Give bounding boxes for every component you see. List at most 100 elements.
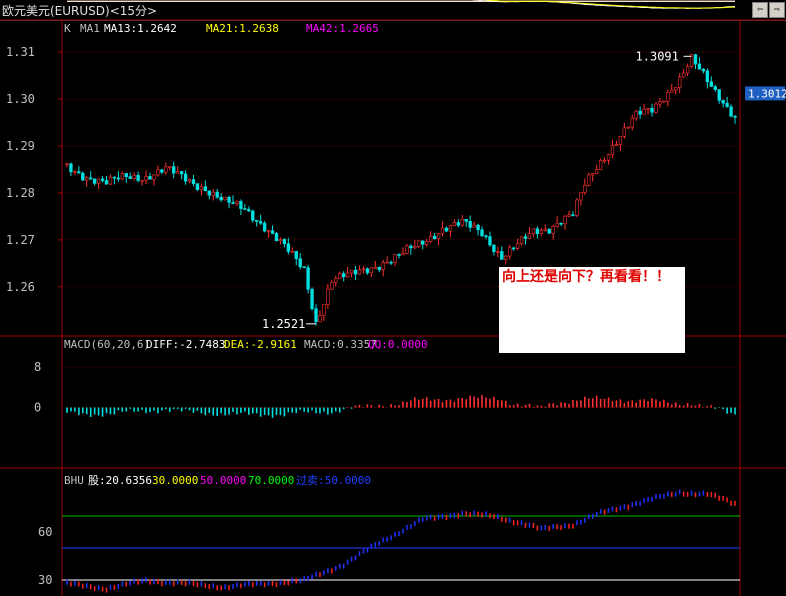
- candle-body: [239, 201, 243, 209]
- candle-body: [334, 278, 338, 283]
- candle-body: [373, 267, 377, 269]
- bhu-overbought-readout: 过卖:50.0000: [296, 474, 371, 487]
- candle-body: [306, 267, 310, 290]
- candle-body: [464, 219, 468, 222]
- candle-body: [583, 184, 587, 193]
- candle-body: [436, 233, 441, 240]
- candle-body: [203, 186, 208, 192]
- candle-body: [456, 222, 461, 226]
- last-price-label: 1.3012: [748, 87, 786, 100]
- candle-body: [681, 72, 686, 78]
- candle-body: [508, 247, 512, 257]
- candle-body: [231, 202, 235, 204]
- candle-body: [547, 228, 551, 234]
- candle-body: [89, 177, 93, 180]
- ma42-readout: MA42:1.2665: [306, 22, 379, 35]
- ma13-readout: MA13:1.2642: [104, 22, 177, 35]
- candle-body: [674, 87, 678, 91]
- candle-body: [551, 226, 555, 234]
- candle-body: [721, 100, 725, 104]
- low-price-label: 1.2521: [262, 317, 305, 331]
- candle-body: [618, 136, 623, 145]
- candle-body: [179, 171, 184, 175]
- candle-body: [444, 227, 449, 232]
- candle-body: [531, 228, 536, 234]
- candle-body: [432, 235, 437, 240]
- macd-label: MACD(60,20,6): [64, 338, 150, 351]
- candle-body: [610, 145, 615, 155]
- candle-body: [472, 224, 476, 228]
- candle-body: [559, 222, 563, 225]
- candle-body: [622, 127, 627, 137]
- candle-body: [104, 180, 109, 185]
- candle-body: [132, 174, 136, 179]
- candle-body: [144, 176, 148, 181]
- candle-body: [77, 171, 81, 174]
- candle-body: [199, 186, 204, 190]
- candle-body: [282, 239, 287, 244]
- candle-body: [693, 54, 698, 65]
- candle-body: [701, 68, 706, 72]
- candle-body: [330, 281, 334, 290]
- candle-body: [270, 230, 275, 234]
- candle-body: [452, 222, 457, 226]
- candle-body: [555, 222, 559, 227]
- candle-body: [594, 169, 599, 174]
- candle-body: [235, 201, 239, 204]
- candle-body: [266, 230, 271, 233]
- price-tick-label: 1.29: [6, 139, 35, 153]
- candle-body: [172, 166, 176, 174]
- candle-body: [397, 254, 401, 256]
- candle-body: [697, 63, 702, 70]
- candle-body: [492, 244, 496, 253]
- candle-body: [519, 236, 524, 245]
- candle-body: [567, 214, 571, 217]
- candle-body: [298, 258, 302, 268]
- candle-body: [195, 183, 200, 190]
- candle-body: [670, 89, 674, 93]
- candle-body: [227, 196, 231, 203]
- candle-body: [417, 240, 421, 247]
- candle-body: [425, 241, 429, 245]
- high-price-label: 1.3091: [636, 49, 679, 63]
- candle-body: [369, 267, 374, 274]
- candle-body: [278, 239, 283, 242]
- candle-body: [571, 214, 575, 217]
- candle-body: [460, 219, 464, 226]
- candle-body: [638, 110, 642, 115]
- candle-body: [515, 243, 520, 249]
- candle-body: [658, 101, 662, 105]
- candle-body: [345, 272, 350, 278]
- candle-body: [685, 66, 690, 74]
- macd-tick-label: 0: [34, 401, 41, 415]
- candle-body: [65, 163, 69, 166]
- price-tick-label: 1.27: [6, 233, 35, 247]
- candle-body: [666, 91, 670, 102]
- candle-body: [120, 173, 125, 180]
- candle-body: [575, 199, 579, 216]
- candle-body: [318, 315, 322, 323]
- annotation-note: 向上还是向下？再看看！！: [499, 267, 685, 353]
- candle-body: [377, 267, 381, 270]
- candle-body: [484, 235, 488, 238]
- candle-body: [421, 240, 425, 245]
- candle-body: [207, 190, 211, 196]
- candle-body: [365, 268, 370, 274]
- price-tick-label: 1.28: [6, 186, 35, 200]
- candle-body: [448, 225, 453, 232]
- candle-body: [258, 221, 263, 224]
- candle-body: [322, 304, 326, 316]
- candle-body: [349, 269, 354, 274]
- candle-body: [164, 166, 168, 173]
- candle-body: [504, 255, 508, 260]
- candle-body: [591, 173, 595, 176]
- candle-body: [116, 177, 121, 180]
- bhu-tick-label: 30: [38, 573, 52, 587]
- candle-body: [733, 115, 737, 118]
- candle-body: [413, 246, 417, 249]
- candle-body: [274, 233, 279, 242]
- bhu-70-readout: 70.0000: [248, 474, 294, 487]
- candle-body: [428, 235, 433, 242]
- candle-body: [302, 266, 306, 269]
- price-tick-label: 1.30: [6, 92, 35, 106]
